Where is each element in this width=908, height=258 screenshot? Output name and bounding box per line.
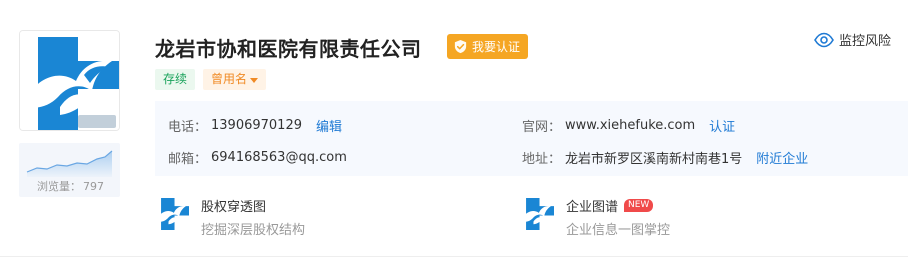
website-value[interactable]: www.xiehefuke.com	[565, 118, 695, 133]
email-row: 邮箱： 694168563@qq.com	[168, 148, 347, 167]
monitor-label: 监控风险	[839, 34, 892, 49]
verify-label: 我要认证	[472, 40, 521, 54]
equity-tool-subtitle: 挖掘深层股权结构	[201, 223, 306, 238]
verify-button[interactable]: 我要认证	[447, 34, 529, 59]
website-label: 官网：	[522, 120, 562, 135]
company-name: 龙岩市协和医院有限责任公司	[155, 37, 422, 61]
hospital-cross-bird-logo-icon	[20, 31, 119, 130]
status-badge: 存续	[155, 69, 196, 90]
nearby-companies-link[interactable]: 附近企业	[756, 148, 808, 167]
phone-label: 电话：	[168, 120, 208, 135]
graph-tool-subtitle: 企业信息一图掌控	[566, 223, 671, 238]
phone-value[interactable]: 13906970129	[211, 118, 302, 133]
email-value[interactable]: 694168563@qq.com	[211, 150, 347, 165]
shield-check-icon	[454, 39, 467, 54]
edit-phone-link[interactable]: 编辑	[316, 116, 342, 135]
email-label: 邮箱：	[168, 152, 208, 167]
graph-tool-title: 企业图谱	[566, 200, 619, 215]
equity-penetration-tool[interactable]: 股权穿透图 挖掘深层股权结构	[155, 196, 305, 238]
address-label: 地址：	[522, 152, 562, 167]
former-name-dropdown[interactable]: 曾用名	[203, 69, 267, 90]
divider	[0, 256, 908, 257]
enterprise-graph-tool[interactable]: 企业图谱 NEW 企业信息一图掌控	[520, 196, 670, 238]
views-sparkline-icon	[26, 150, 113, 177]
address-row: 地址： 龙岩市新罗区溪南新村南巷1号 附近企业	[522, 148, 808, 167]
equity-tool-title: 股权穿透图	[201, 200, 267, 215]
views-count: 浏览量： 797	[37, 180, 104, 193]
company-logo-thumbnail-icon	[520, 196, 554, 230]
verify-website-link[interactable]: 认证	[709, 116, 735, 135]
monitor-risk-button[interactable]: 监控风险	[814, 30, 891, 49]
company-header-card: 浏览量： 797 龙岩市协和医院有限责任公司 我要认证 监控风险 存续 曾用名 电…	[0, 0, 908, 258]
phone-row: 电话： 13906970129 编辑	[168, 116, 342, 135]
graph-tool-title-row: 企业图谱 NEW	[566, 196, 670, 215]
former-name-label: 曾用名	[211, 72, 248, 86]
company-logo-thumbnail-icon	[155, 196, 189, 230]
caret-down-icon	[250, 77, 259, 83]
company-logo[interactable]	[19, 30, 120, 131]
new-badge: NEW	[624, 199, 654, 212]
eye-icon	[814, 32, 834, 47]
website-row: 官网： www.xiehefuke.com 认证	[522, 116, 735, 135]
views-panel: 浏览量： 797	[19, 143, 120, 197]
address-value[interactable]: 龙岩市新罗区溪南新村南巷1号	[565, 148, 742, 167]
